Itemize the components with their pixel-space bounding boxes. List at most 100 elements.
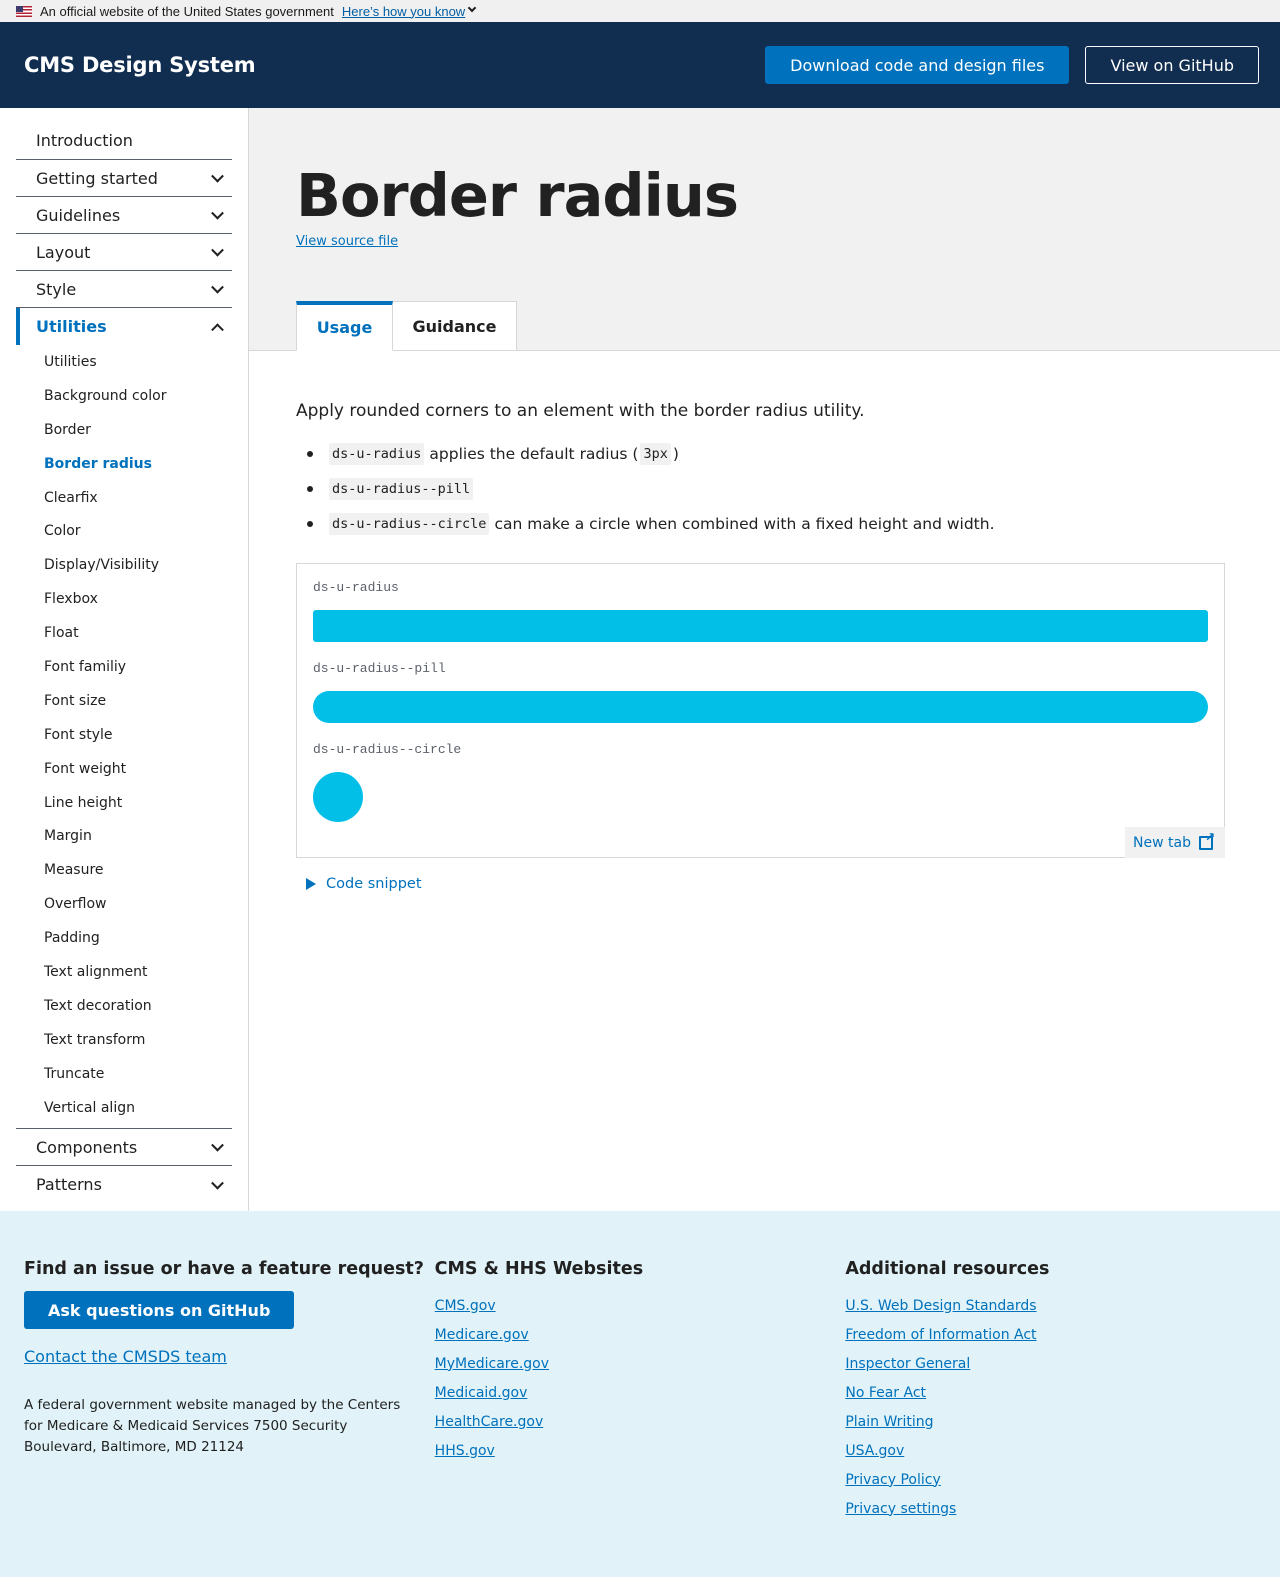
subnav-item[interactable]: Color xyxy=(16,514,232,548)
subnav-item[interactable]: Font weight xyxy=(16,752,232,786)
code-token: ds-u-radius--circle xyxy=(329,512,490,535)
footer-link[interactable]: Plain Writing xyxy=(845,1407,1256,1436)
footer-link[interactable]: CMS.gov xyxy=(435,1291,846,1320)
list-item: ds-u-radius--circle can make a circle wh… xyxy=(296,506,1232,541)
utility-list: ds-u-radius applies the default radius (… xyxy=(296,436,1232,541)
utilities-submenu: Utilities Background color Border Border… xyxy=(16,345,232,1130)
subnav-item-current[interactable]: Border radius xyxy=(16,447,232,481)
chevron-down-icon xyxy=(211,169,224,183)
chevron-down-icon xyxy=(211,206,224,220)
code-token: ds-u-radius xyxy=(329,442,425,465)
us-flag-icon xyxy=(16,5,32,17)
chevron-up-icon xyxy=(211,322,224,336)
subnav-item[interactable]: Vertical align xyxy=(16,1091,232,1125)
how-you-know-link[interactable]: Here’s how you know xyxy=(342,4,465,19)
footer-link[interactable]: U.S. Web Design Standards xyxy=(845,1291,1256,1320)
tab-usage[interactable]: Usage xyxy=(296,301,393,351)
site-footer: Find an issue or have a feature request?… xyxy=(0,1211,1280,1577)
pill-example-box xyxy=(313,691,1208,723)
subnav-item[interactable]: Clearfix xyxy=(16,481,232,515)
sidebar-item-layout[interactable]: Layout xyxy=(16,234,232,271)
sidebar-item-label: Style xyxy=(36,279,77,299)
chevron-down-icon xyxy=(211,1176,224,1190)
site-header: CMS Design System Download code and desi… xyxy=(0,22,1280,108)
gov-banner: An official website of the United States… xyxy=(0,0,1280,22)
subnav-item[interactable]: Measure xyxy=(16,853,232,887)
chevron-down-icon xyxy=(211,1139,224,1153)
list-item: ds-u-radius applies the default radius (… xyxy=(296,436,1232,471)
footer-link[interactable]: MyMedicare.gov xyxy=(435,1349,846,1378)
footer-link[interactable]: HealthCare.gov xyxy=(435,1407,846,1436)
footer-link[interactable]: HHS.gov xyxy=(435,1436,846,1465)
subnav-item[interactable]: Utilities xyxy=(16,345,232,379)
subnav-item[interactable]: Truncate xyxy=(16,1057,232,1091)
footer-link[interactable]: No Fear Act xyxy=(845,1378,1256,1407)
example-label: ds-u-radius--pill xyxy=(313,661,446,676)
code-snippet-toggle[interactable]: Code snippet xyxy=(296,876,1232,892)
chevron-down-icon[interactable] xyxy=(467,3,477,13)
ask-github-button[interactable]: Ask questions on GitHub xyxy=(24,1291,295,1329)
external-link-icon xyxy=(1199,830,1215,850)
example-label: ds-u-radius--circle xyxy=(313,742,462,757)
github-button[interactable]: View on GitHub xyxy=(1085,46,1259,84)
sidebar-item-getting-started[interactable]: Getting started xyxy=(16,160,232,197)
radius-example-box xyxy=(313,610,1208,642)
subnav-item[interactable]: Font style xyxy=(16,718,232,752)
subnav-item[interactable]: Padding xyxy=(16,921,232,955)
sidebar-item-label: Components xyxy=(36,1137,138,1157)
footer-link[interactable]: Medicare.gov xyxy=(435,1320,846,1349)
subnav-item[interactable]: Text transform xyxy=(16,1023,232,1057)
footer-heading: Additional resources xyxy=(845,1259,1050,1279)
sidebar-item-components[interactable]: Components xyxy=(16,1129,232,1167)
sidebar-item-utilities[interactable]: Utilities xyxy=(16,308,232,345)
subnav-item[interactable]: Font size xyxy=(16,684,232,718)
subnav-item[interactable]: Display/Visibility xyxy=(16,548,232,582)
footer-heading: Find an issue or have a feature request? xyxy=(24,1259,424,1279)
sidebar-item-style[interactable]: Style xyxy=(16,271,232,308)
sidebar-item-introduction[interactable]: Introduction xyxy=(16,108,232,160)
footer-websites-column: CMS & HHS Websites CMS.gov Medicare.gov … xyxy=(435,1259,846,1577)
gov-banner-text: An official website of the United States… xyxy=(40,3,334,19)
subnav-item[interactable]: Font familiy xyxy=(16,650,232,684)
site-title[interactable]: CMS Design System xyxy=(24,53,256,77)
subnav-item[interactable]: Text decoration xyxy=(16,989,232,1023)
new-tab-link[interactable]: New tab xyxy=(1125,827,1225,858)
footer-link[interactable]: Medicaid.gov xyxy=(435,1378,846,1407)
code-snippet-label: Code snippet xyxy=(326,876,422,892)
sidebar-item-label: Layout xyxy=(36,242,91,262)
list-item-text: ) xyxy=(672,444,679,463)
chevron-down-icon xyxy=(211,280,224,294)
footer-link[interactable]: Privacy Policy xyxy=(845,1465,1256,1494)
footer-feedback-column: Find an issue or have a feature request?… xyxy=(24,1259,435,1577)
sidebar-item-label: Getting started xyxy=(36,168,158,188)
subnav-item[interactable]: Text alignment xyxy=(16,955,232,989)
list-item-text: can make a circle when combined with a f… xyxy=(494,514,995,533)
example-preview: ds-u-radius ds-u-radius--pill ds-u-radiu… xyxy=(296,563,1225,858)
subnav-item[interactable]: Line height xyxy=(16,786,232,820)
download-button[interactable]: Download code and design files xyxy=(765,46,1070,84)
code-token: ds-u-radius--pill xyxy=(329,477,474,500)
footer-link[interactable]: Privacy settings xyxy=(845,1494,1256,1523)
footer-heading: CMS & HHS Websites xyxy=(434,1259,644,1279)
subnav-item[interactable]: Flexbox xyxy=(16,582,232,616)
subnav-item[interactable]: Border xyxy=(16,413,232,447)
subnav-item[interactable]: Margin xyxy=(16,819,232,853)
usage-panel: Apply rounded corners to an element with… xyxy=(249,351,1280,892)
subnav-item[interactable]: Float xyxy=(16,616,232,650)
contact-team-link[interactable]: Contact the CMSDS team xyxy=(24,1347,435,1366)
example-label: ds-u-radius xyxy=(313,580,399,595)
caret-right-icon xyxy=(306,878,316,890)
footer-link[interactable]: Inspector General xyxy=(845,1349,1256,1378)
sidebar-item-patterns[interactable]: Patterns xyxy=(16,1166,232,1203)
footer-link[interactable]: USA.gov xyxy=(845,1436,1256,1465)
tab-guidance[interactable]: Guidance xyxy=(393,301,517,351)
view-source-link[interactable]: View source file xyxy=(296,234,398,249)
subnav-item[interactable]: Overflow xyxy=(16,887,232,921)
subnav-item[interactable]: Background color xyxy=(16,379,232,413)
list-item: ds-u-radius--pill xyxy=(296,471,1232,506)
sidebar-item-guidelines[interactable]: Guidelines xyxy=(16,197,232,234)
footer-resources-column: Additional resources U.S. Web Design Sta… xyxy=(845,1259,1256,1577)
footer-link[interactable]: Freedom of Information Act xyxy=(845,1320,1256,1349)
code-token: 3px xyxy=(640,442,671,465)
sidebar-item-label: Guidelines xyxy=(36,205,121,225)
